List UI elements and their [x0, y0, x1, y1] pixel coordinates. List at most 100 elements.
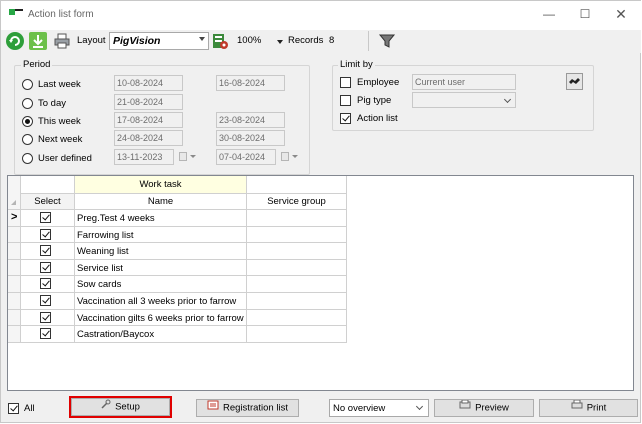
printer-icon — [571, 399, 583, 416]
user-defined-from[interactable]: 13-11-2023 — [114, 149, 174, 165]
pig-type-checkbox[interactable] — [340, 95, 351, 106]
pig-type-label: Pig type — [357, 95, 392, 106]
pig-type-select[interactable] — [412, 92, 516, 108]
printer-icon[interactable] — [53, 32, 71, 50]
close-icon[interactable]: ✕ — [614, 7, 628, 21]
service-group-cell[interactable] — [247, 243, 347, 260]
column-select[interactable]: Select — [21, 194, 75, 210]
column-service-group[interactable]: Service group — [247, 194, 347, 210]
task-name-cell[interactable]: Sow cards — [75, 276, 247, 293]
refresh-icon[interactable] — [6, 32, 24, 50]
last-week-label: Last week — [38, 79, 81, 90]
window-title: Action list form — [28, 9, 94, 20]
select-cell — [21, 259, 75, 277]
preview-button[interactable]: Preview — [434, 399, 534, 417]
row-header[interactable]: > — [8, 210, 21, 227]
today-date: 21-08-2024 — [114, 94, 183, 110]
task-name-cell[interactable]: Preg.Test 4 weeks — [75, 210, 247, 227]
setup-highlight — [69, 396, 172, 418]
chevron-down-icon[interactable] — [190, 155, 196, 158]
row-select-checkbox[interactable] — [40, 245, 51, 257]
zoom-value[interactable]: 100% — [237, 35, 261, 46]
this-week-label: This week — [38, 116, 81, 127]
row-select-checkbox[interactable] — [40, 295, 51, 306]
task-name-cell[interactable]: Service list — [75, 259, 247, 277]
service-group-cell[interactable] — [247, 210, 347, 227]
registration-list-button[interactable]: Registration list — [196, 399, 299, 417]
toolbar-divider — [368, 31, 369, 51]
employee-label: Employee — [357, 77, 400, 88]
row-select-checkbox[interactable] — [40, 228, 51, 240]
chevron-down-icon — [415, 402, 424, 411]
row-header[interactable] — [8, 226, 21, 244]
preview-label: Preview — [475, 402, 509, 414]
task-name-cell[interactable]: Castration/Baycox — [75, 326, 247, 343]
grid-corner — [8, 176, 21, 210]
column-name[interactable]: Name — [75, 194, 247, 210]
row-select-checkbox[interactable] — [40, 311, 51, 323]
layout-select[interactable]: PigVision — [109, 32, 209, 50]
row-select-checkbox[interactable] — [40, 261, 51, 273]
action-list-window: Action list form — ☐ ✕ Layout PigVision … — [0, 0, 641, 423]
row-select-checkbox[interactable] — [40, 212, 51, 223]
layout-value: PigVision — [113, 35, 161, 47]
radio-user-defined[interactable] — [22, 153, 33, 164]
radio-today[interactable] — [22, 98, 33, 109]
download-icon[interactable] — [29, 32, 47, 50]
task-name-cell[interactable]: Vaccination gilts 6 weeks prior to farro… — [75, 309, 247, 327]
select-cell — [21, 276, 75, 293]
employee-checkbox[interactable] — [340, 77, 351, 88]
records-count: 8 — [329, 35, 335, 46]
all-label: All — [24, 403, 35, 414]
row-header[interactable] — [8, 293, 21, 310]
user-defined-to[interactable]: 07-04-2024 — [216, 149, 276, 165]
select-cell — [21, 293, 75, 310]
row-header[interactable] — [8, 309, 21, 327]
service-group-cell[interactable] — [247, 276, 347, 293]
service-group-cell[interactable] — [247, 259, 347, 277]
handshake-icon[interactable] — [566, 73, 583, 90]
row-header[interactable] — [8, 259, 21, 277]
last-week-from: 10-08-2024 — [114, 75, 183, 91]
row-select-checkbox[interactable] — [40, 278, 51, 290]
task-name-cell[interactable]: Weaning list — [75, 243, 247, 260]
service-group-cell[interactable] — [247, 293, 347, 310]
calendar-icon[interactable] — [179, 152, 187, 161]
print-button[interactable]: Print — [539, 399, 638, 417]
corner-triangle-icon — [11, 200, 16, 205]
all-checkbox[interactable] — [8, 403, 19, 414]
layout-label: Layout — [77, 35, 106, 46]
minimize-icon[interactable]: — — [542, 7, 556, 21]
action-list-label: Action list — [357, 113, 398, 124]
row-select-checkbox[interactable] — [40, 328, 51, 340]
employee-field[interactable]: Current user — [412, 74, 516, 90]
row-header[interactable] — [8, 243, 21, 260]
chevron-down-icon[interactable] — [292, 155, 298, 158]
action-list-checkbox[interactable] — [340, 113, 351, 124]
task-name-cell[interactable]: Farrowing list — [75, 226, 247, 244]
band-work-task: Work task — [75, 176, 247, 194]
overview-select[interactable]: No overview — [329, 399, 429, 417]
today-label: To day — [38, 98, 66, 109]
layout-settings-icon[interactable] — [211, 32, 229, 50]
maximize-icon[interactable]: ☐ — [578, 7, 592, 21]
service-group-cell[interactable] — [247, 326, 347, 343]
band-spacer-right — [247, 176, 347, 194]
radio-next-week[interactable] — [22, 134, 33, 145]
this-week-to: 23-08-2024 — [216, 112, 285, 128]
service-group-cell[interactable] — [247, 309, 347, 327]
records-label: Records — [288, 35, 324, 46]
zoom-dropdown-icon[interactable] — [277, 40, 283, 44]
select-cell — [21, 309, 75, 327]
registration-list-label: Registration list — [223, 402, 288, 414]
select-cell — [21, 226, 75, 244]
service-group-cell[interactable] — [247, 226, 347, 244]
period-title: Period — [21, 59, 53, 70]
row-header[interactable] — [8, 276, 21, 293]
task-name-cell[interactable]: Vaccination all 3 weeks prior to farrow — [75, 293, 247, 310]
radio-last-week[interactable] — [22, 79, 33, 90]
filter-icon[interactable] — [378, 32, 396, 50]
row-header[interactable] — [8, 326, 21, 343]
calendar-icon[interactable] — [281, 152, 289, 161]
radio-this-week[interactable] — [22, 116, 33, 127]
